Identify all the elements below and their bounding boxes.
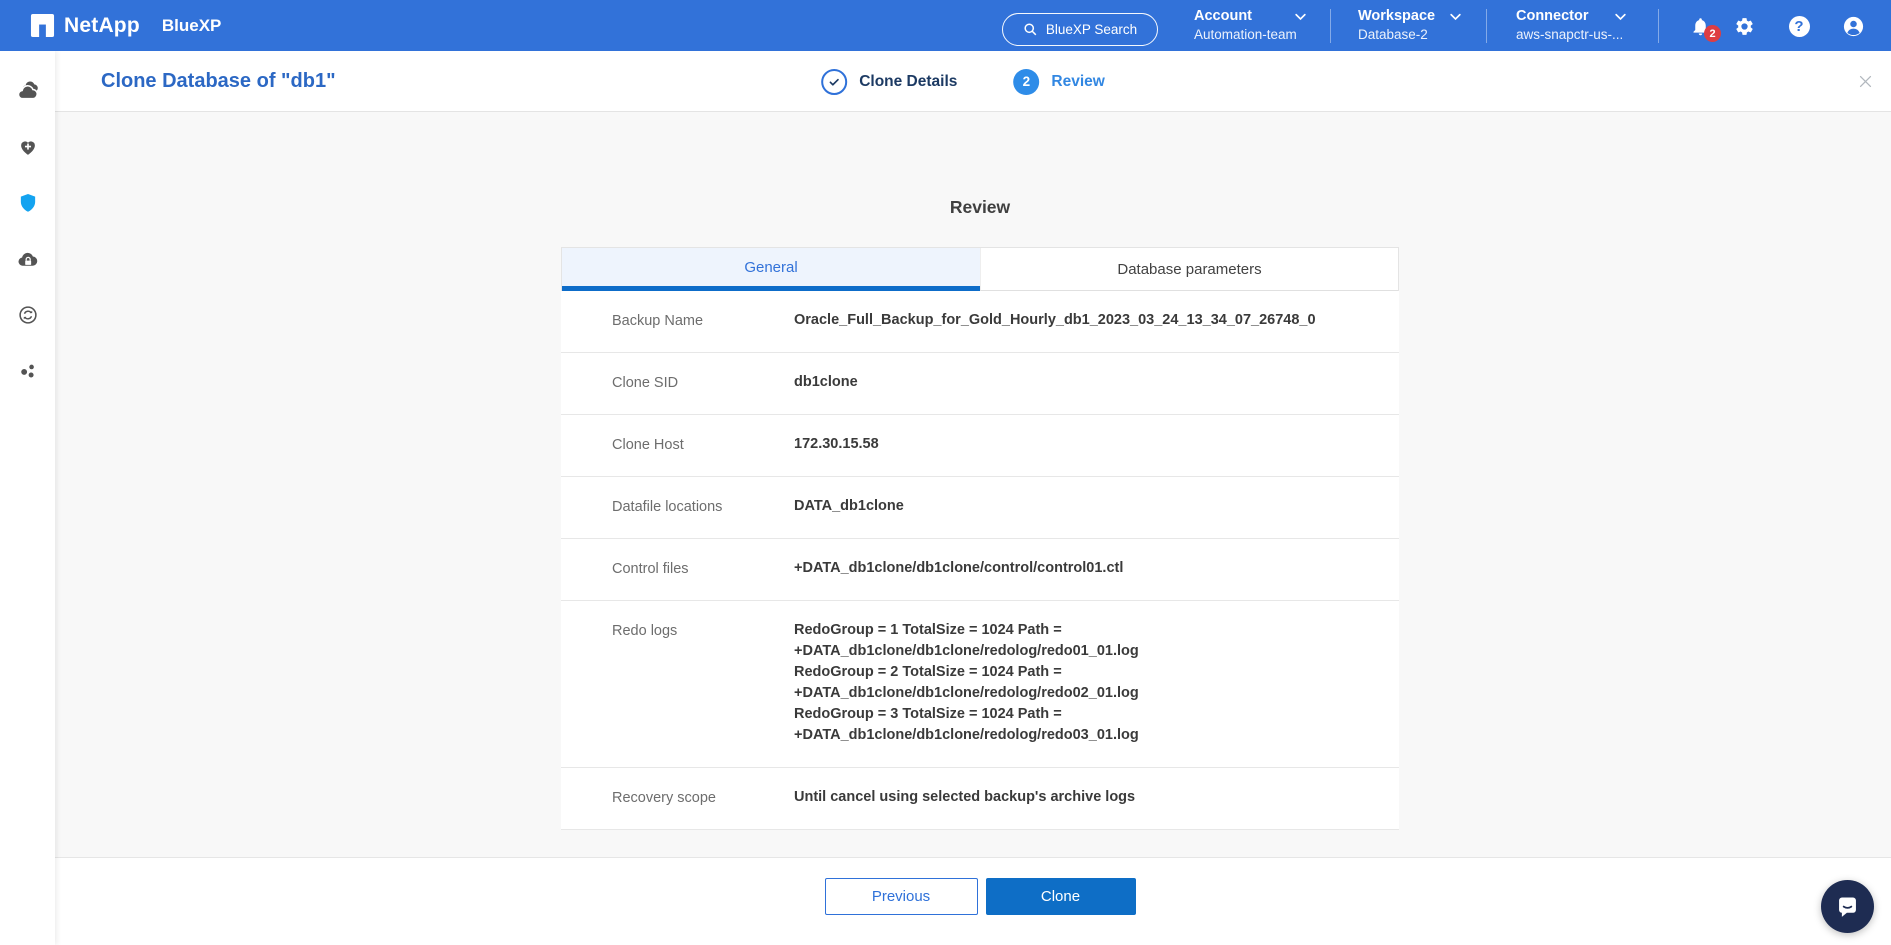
step-complete-check-icon [821,69,847,95]
row-label: Datafile locations [612,498,794,517]
table-row-datafile-locations: Datafile locations DATA_db1clone [561,477,1399,539]
review-heading: Review [561,196,1399,218]
wizard-stepper: Clone Details 2 Review [821,51,1105,112]
row-value: 172.30.15.58 [794,434,903,455]
nav-sync-restore-icon[interactable] [16,303,40,327]
connector-menu[interactable]: Connector aws-snapctr-us-... [1516,8,1628,46]
settings-button[interactable] [1732,14,1756,38]
review-tabs: General Database parameters [561,247,1399,291]
clone-button[interactable]: Clone [986,878,1136,915]
top-bar: NetApp BlueXP BlueXP Search Account Auto… [0,0,1891,51]
header-divider [1658,9,1659,43]
netapp-logo-icon [30,13,55,38]
notification-badge: 2 [1704,25,1721,42]
connector-menu-label: Connector [1516,8,1589,24]
row-value: Until cancel using selected backup's arc… [794,787,1159,808]
close-wizard-button[interactable] [1853,69,1877,93]
brand[interactable]: NetApp BlueXP [30,0,221,51]
table-row-clone-host: Clone Host 172.30.15.58 [561,415,1399,477]
row-label: Clone Host [612,436,794,455]
brand-name: NetApp [64,14,140,38]
user-avatar-icon [1842,15,1865,38]
row-label: Control files [612,560,794,579]
search-label: BlueXP Search [1046,22,1137,37]
workspace-menu-label: Workspace [1358,8,1435,24]
account-menu-value: Automation-team [1194,27,1308,42]
row-value: Oracle_Full_Backup_for_Gold_Hourly_db1_2… [794,310,1340,331]
row-label: Recovery scope [612,789,794,808]
notifications-button[interactable]: 2 [1688,14,1712,38]
step-label: Clone Details [859,73,957,91]
chat-bubble-icon [1834,893,1861,920]
search-icon [1023,22,1038,37]
row-value: +DATA_db1clone/db1clone/control/control0… [794,558,1147,579]
row-label: Redo logs [612,622,794,746]
chat-support-button[interactable] [1821,880,1874,933]
review-table: Backup Name Oracle_Full_Backup_for_Gold_… [561,291,1399,830]
nav-storage-clouds-icon[interactable] [16,79,40,103]
connector-menu-value: aws-snapctr-us-... [1516,27,1628,42]
tab-database-parameters[interactable]: Database parameters [980,248,1398,291]
table-row-recovery-scope: Recovery scope Until cancel using select… [561,768,1399,830]
row-value: db1clone [794,372,882,393]
table-row-redo-logs: Redo logs RedoGroup = 1 TotalSize = 1024… [561,601,1399,768]
nav-governance-cloud-lock-icon[interactable] [16,247,40,271]
table-row-backup-name: Backup Name Oracle_Full_Backup_for_Gold_… [561,291,1399,353]
bluexp-search-button[interactable]: BlueXP Search [1002,13,1158,46]
wizard-header: Clone Database of "db1" Clone Details 2 … [55,51,1891,112]
close-icon [1857,73,1874,90]
chevron-down-icon [1448,9,1463,24]
previous-button[interactable]: Previous [825,878,978,915]
step-clone-details[interactable]: Clone Details [821,69,957,95]
user-profile-button[interactable] [1841,14,1865,38]
step-review[interactable]: 2 Review [1013,69,1104,95]
tab-general[interactable]: General [562,248,980,291]
help-button[interactable]: ? [1787,14,1811,38]
gear-icon [1734,16,1755,37]
help-icon: ? [1789,16,1810,37]
step-label: Review [1051,73,1104,91]
table-row-control-files: Control files +DATA_db1clone/db1clone/co… [561,539,1399,601]
account-menu-label: Account [1194,8,1252,24]
product-name: BlueXP [162,16,222,36]
page-title: Clone Database of "db1" [101,70,336,93]
nav-health-heart-plus-icon[interactable] [16,135,40,159]
review-content: Review General Database parameters Backu… [55,112,1891,857]
header-divider [1330,9,1331,43]
chevron-down-icon [1613,9,1628,24]
workspace-menu-value: Database-2 [1358,27,1463,42]
row-label: Clone SID [612,374,794,393]
row-label: Backup Name [612,312,794,331]
nav-protection-shield-icon[interactable] [16,191,40,215]
header-divider [1486,9,1487,43]
row-value: DATA_db1clone [794,496,928,517]
table-row-clone-sid: Clone SID db1clone [561,353,1399,415]
step-number: 2 [1013,69,1039,95]
row-value: RedoGroup = 1 TotalSize = 1024 Path = +D… [794,620,1163,746]
chevron-down-icon [1293,9,1308,24]
account-menu[interactable]: Account Automation-team [1194,8,1308,46]
wizard-footer: Previous Clone [55,857,1891,945]
footer-actions: Previous Clone [62,858,1891,945]
nav-extensions-dots-icon[interactable] [16,359,40,383]
left-nav [0,51,55,945]
workspace-menu[interactable]: Workspace Database-2 [1358,8,1463,46]
review-panel: Review General Database parameters Backu… [561,112,1399,830]
